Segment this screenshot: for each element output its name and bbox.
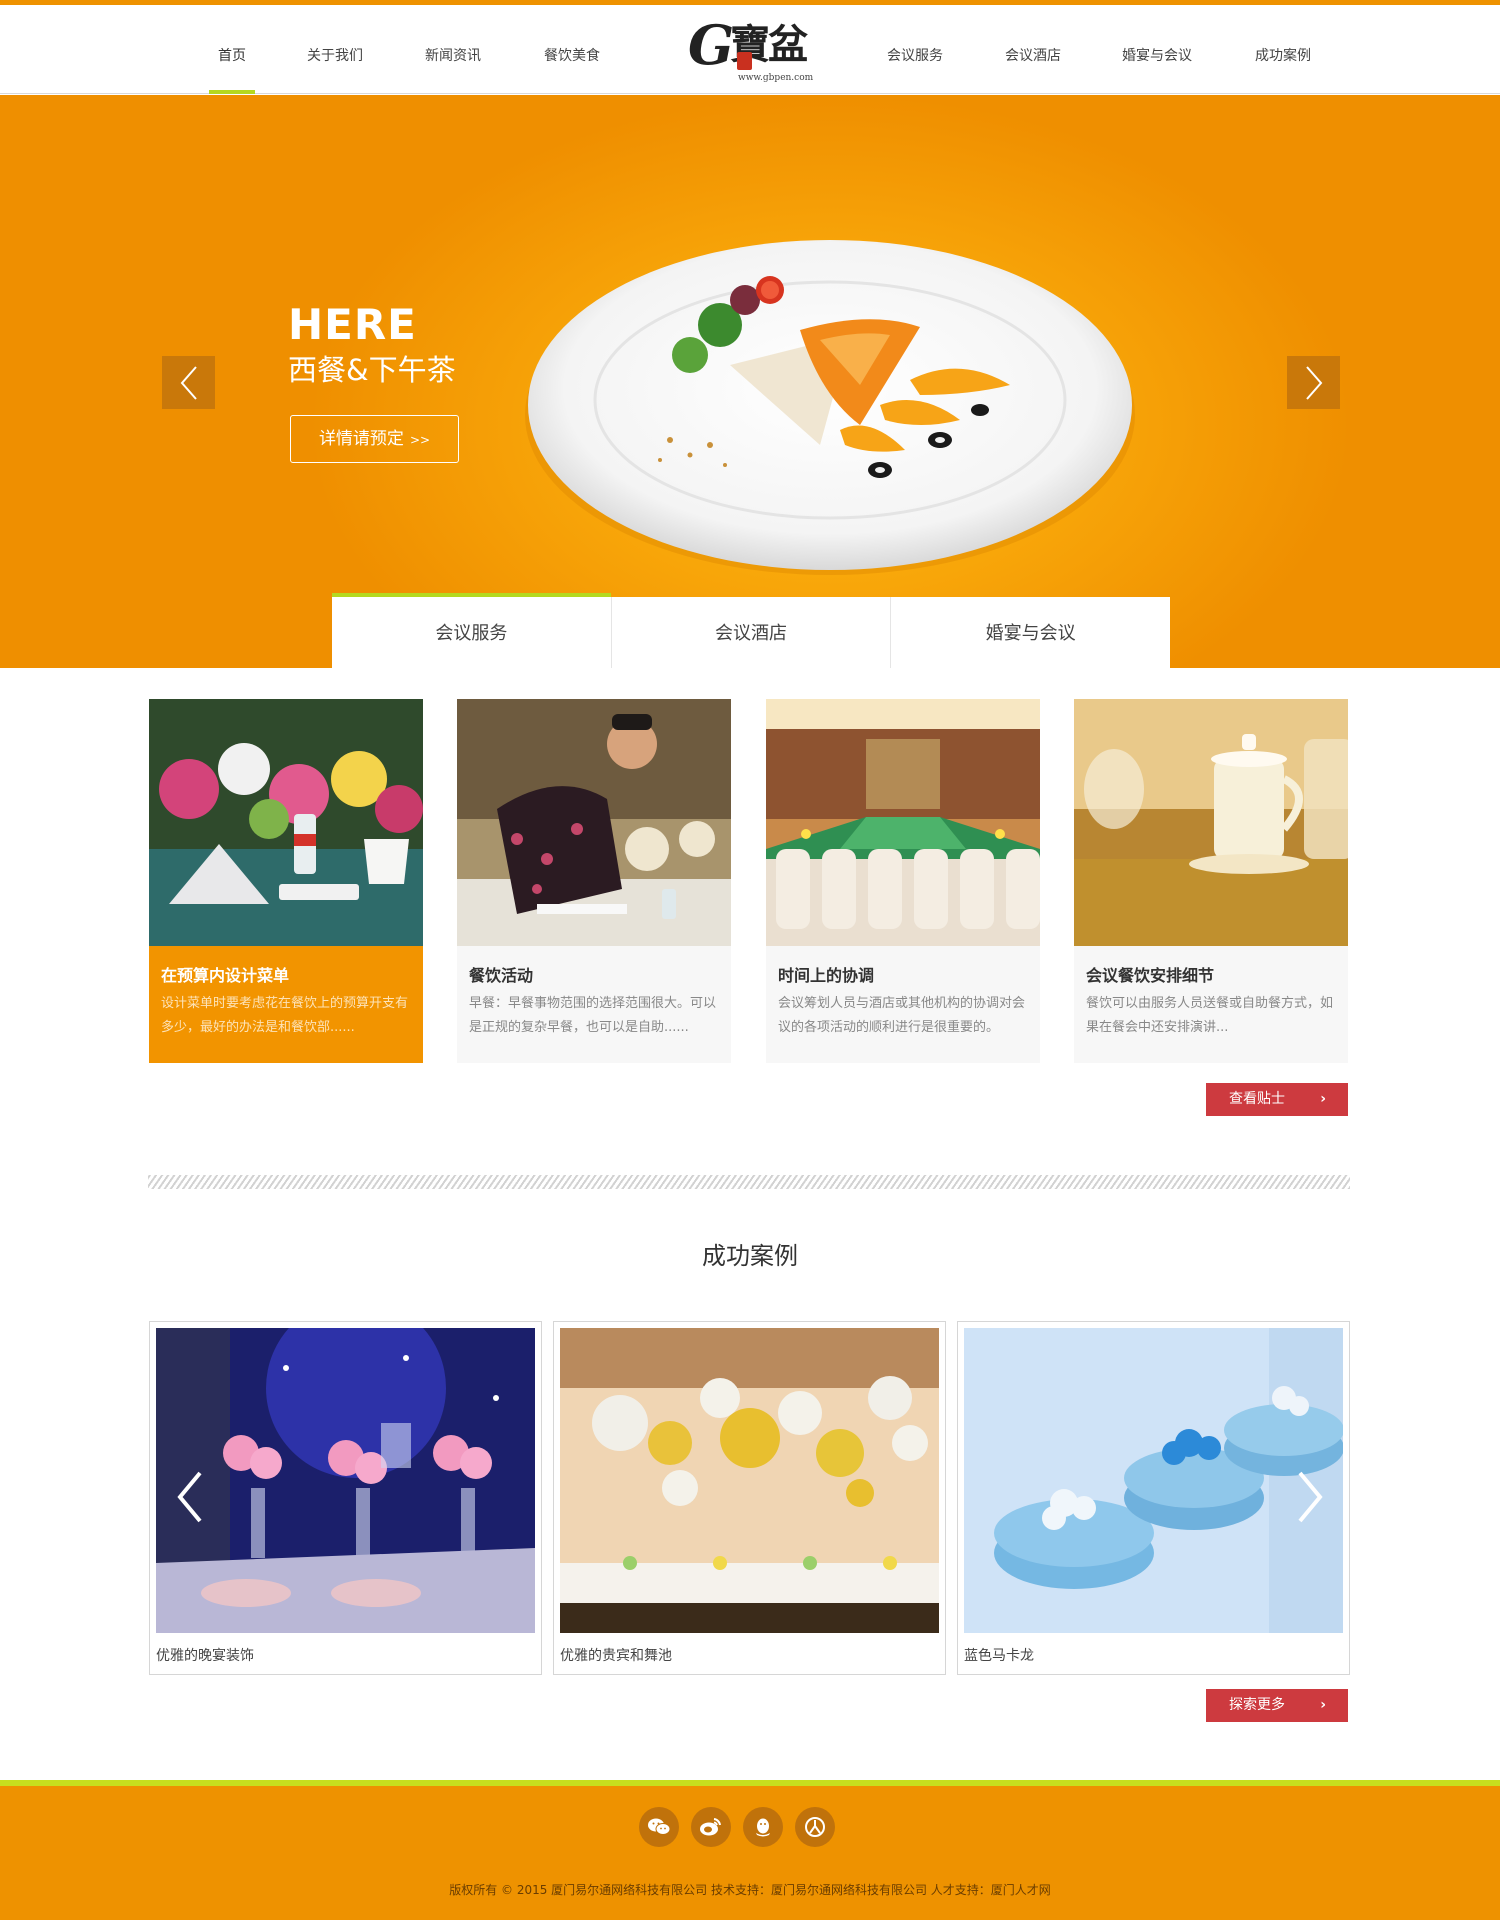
tip-desc: 餐饮可以由服务人员送餐或自助餐方式，如果在餐会中还安排演讲... [1086, 996, 1334, 1035]
tip-desc: 早餐：早餐事物范围的选择范围很大。可以是正规的复杂早餐，也可以是自助...... [469, 996, 717, 1035]
tip-image-conference-room [766, 699, 1040, 946]
nav-item-food[interactable]: 餐饮美食 [537, 5, 607, 94]
cases-next-arrow[interactable] [1290, 1465, 1330, 1529]
tab-meeting-service[interactable]: 会议服务 [332, 593, 612, 668]
tip-title: 在预算内设计菜单 [161, 966, 290, 985]
chevron-right-icon [1305, 365, 1322, 400]
cases-title: 成功案例 [702, 1242, 798, 1270]
tip-image-flowers [149, 699, 423, 946]
logo-url: www.gbpen.com [738, 73, 814, 83]
logo-seal [737, 52, 752, 70]
nav-item-meeting-service[interactable]: 会议服务 [880, 5, 950, 94]
reserve-button[interactable]: 详情请预定 >> [290, 415, 459, 463]
chevron-right-icon: › [1320, 1091, 1326, 1107]
nav-item-meeting-hotel[interactable]: 会议酒店 [998, 5, 1068, 94]
hatched-divider [148, 1175, 1350, 1189]
tip-card[interactable]: 餐饮活动 早餐：早餐事物范围的选择范围很大。可以是正规的复杂早餐，也可以是自助.… [457, 699, 731, 1063]
weibo-icon[interactable] [691, 1807, 731, 1847]
view-tips-button[interactable]: 查看贴士 › [1206, 1083, 1348, 1116]
cases-prev-arrow[interactable] [170, 1465, 210, 1529]
tip-desc: 设计菜单时要考虑花在餐饮上的预算开支有多少，最好的办法是和餐饮部...... [161, 996, 409, 1035]
wechat-icon[interactable] [639, 1807, 679, 1847]
banner-prev-button[interactable] [162, 356, 215, 409]
plate-image [525, 240, 1135, 575]
tip-image-waiter [457, 699, 731, 946]
hero-banner: HERE 西餐&下午茶 详情请预定 >> 会议服务 会议酒店 婚宴与会议 [0, 95, 1500, 668]
case-caption: 蓝色马卡龙 [964, 1648, 1034, 1664]
nav-item-home[interactable]: 首页 [205, 5, 259, 94]
logo[interactable]: G 寶盆 www.gbpen.com [688, 15, 814, 85]
hero-subtitle: 西餐&下午茶 [288, 353, 456, 387]
explore-more-label: 探索更多 [1229, 1697, 1285, 1713]
renren-icon[interactable] [795, 1807, 835, 1847]
tip-card[interactable]: 时间上的协调 会议筹划人员与酒店或其他机构的协调对会议的各项活动的顺利进行是很重… [766, 699, 1040, 1063]
explore-more-button[interactable]: 探索更多 › [1206, 1689, 1348, 1722]
nav-active-indicator [209, 90, 255, 94]
nav-item-wedding[interactable]: 婚宴与会议 [1115, 5, 1199, 94]
chevron-right-icon: › [1320, 1697, 1326, 1713]
tip-desc: 会议筹划人员与酒店或其他机构的协调对会议的各项活动的顺利进行是很重要的。 [778, 996, 1026, 1035]
tip-title: 餐饮活动 [469, 966, 534, 985]
hero-title: HERE [288, 300, 417, 349]
case-caption: 优雅的贵宾和舞池 [560, 1648, 672, 1664]
chevron-left-icon [180, 365, 197, 400]
header: 首页 关于我们 新闻资讯 餐饮美食 G 寶盆 www.gbpen.com 会议服… [0, 5, 1500, 94]
qq-icon[interactable] [743, 1807, 783, 1847]
reserve-button-label: 详情请预定 [318, 429, 404, 449]
tip-card[interactable]: 会议餐饮安排细节 餐饮可以由服务人员送餐或自助餐方式，如果在餐会中还安排演讲..… [1074, 699, 1348, 1063]
tab-meeting-hotel[interactable]: 会议酒店 [612, 597, 892, 668]
service-tabs: 会议服务 会议酒店 婚宴与会议 [332, 593, 1170, 668]
case-image-banquet [156, 1328, 535, 1633]
tip-image-teacups [1074, 699, 1348, 946]
banner-next-button[interactable] [1287, 356, 1340, 409]
copyright-text: 版权所有 © 2015 厦门易尔通网络科技有限公司 技术支持：厦门易尔通网络科技… [449, 1883, 1051, 1897]
case-caption: 优雅的晚宴装饰 [156, 1648, 254, 1664]
case-image-lanterns [560, 1328, 939, 1633]
tip-title: 会议餐饮安排细节 [1086, 966, 1215, 985]
case-card[interactable]: 优雅的贵宾和舞池 [553, 1321, 946, 1675]
logo-mark: G [688, 13, 735, 77]
case-image-macarons [964, 1328, 1343, 1633]
view-tips-label: 查看贴士 [1229, 1091, 1285, 1107]
nav-item-cases[interactable]: 成功案例 [1248, 5, 1318, 94]
nav-item-news[interactable]: 新闻资讯 [418, 5, 488, 94]
double-chevron-icon: >> [409, 433, 431, 447]
tip-card[interactable]: 在预算内设计菜单 设计菜单时要考虑花在餐饮上的预算开支有多少，最好的办法是和餐饮… [149, 699, 423, 1063]
tip-title: 时间上的协调 [778, 966, 875, 985]
tab-wedding-meeting[interactable]: 婚宴与会议 [891, 597, 1170, 668]
nav-item-about[interactable]: 关于我们 [300, 5, 370, 94]
footer: 版权所有 © 2015 厦门易尔通网络科技有限公司 技术支持：厦门易尔通网络科技… [0, 1786, 1500, 1920]
